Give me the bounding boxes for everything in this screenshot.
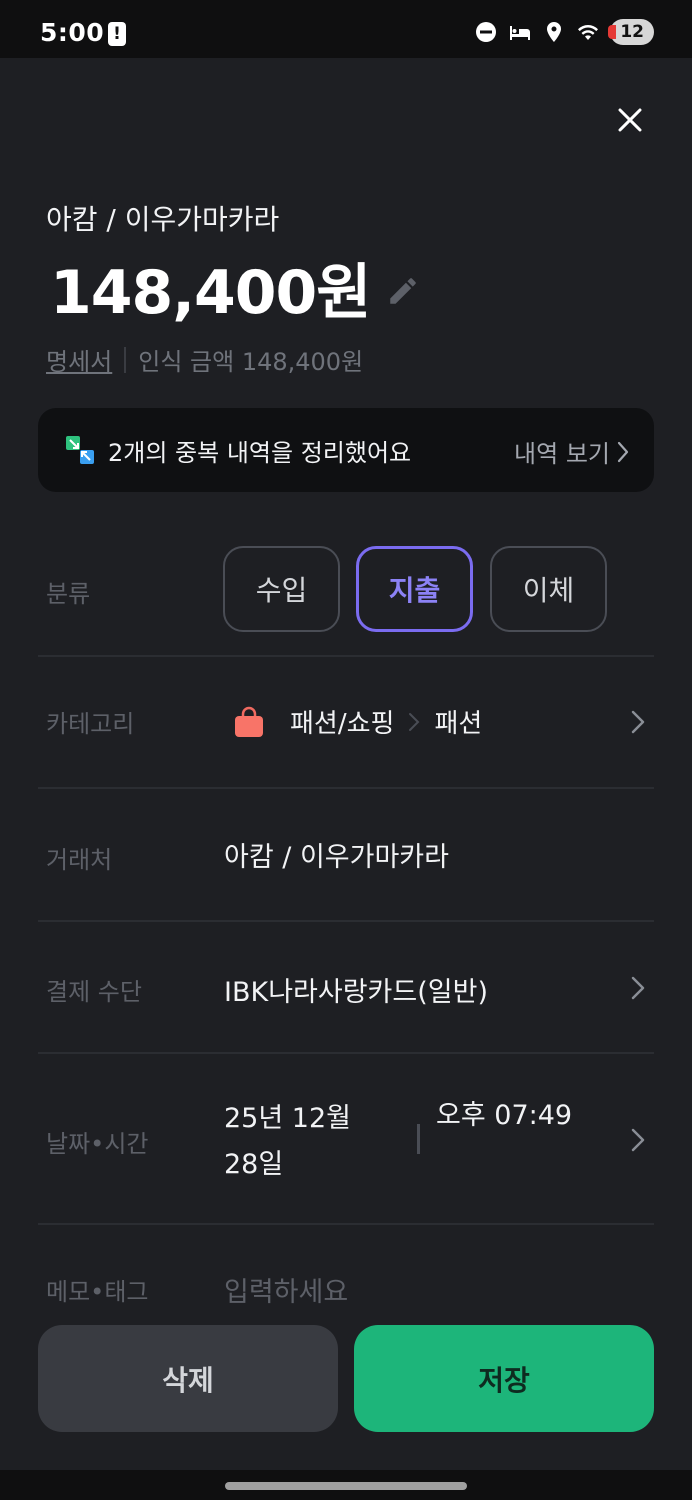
date-value[interactable]: 25년 12월 28일 xyxy=(224,1096,384,1188)
chevron-right-icon xyxy=(617,441,629,462)
delete-button[interactable]: 삭제 xyxy=(38,1325,338,1432)
location-icon xyxy=(547,22,562,42)
category-sub: 패션 xyxy=(434,709,483,739)
amount-row: 148,400원 xyxy=(50,244,420,331)
date-line-2: 28일 xyxy=(224,1149,284,1180)
category-label: 카테고리 xyxy=(46,710,135,738)
merchant-value[interactable]: 아캄 / 이우가마카라 xyxy=(224,835,449,874)
time-value[interactable]: 오후 07:49 xyxy=(436,1096,572,1136)
row-divider xyxy=(38,787,654,789)
view-history-link[interactable]: 내역 보기 xyxy=(514,434,630,469)
row-divider xyxy=(38,655,654,657)
row-divider xyxy=(38,1052,654,1054)
status-time: 5:00 xyxy=(40,18,105,47)
amount[interactable]: 148,400원 xyxy=(50,244,371,331)
chevron-right-icon[interactable] xyxy=(628,974,648,1002)
do-not-disturb-icon xyxy=(476,22,497,42)
wifi-icon xyxy=(578,24,599,40)
bed-icon xyxy=(510,26,531,40)
receipt-link[interactable]: 명세서 xyxy=(46,342,112,377)
duplicate-banner[interactable]: 2개의 중복 내역을 정리했어요 내역 보기 xyxy=(38,408,654,492)
home-indicator[interactable] xyxy=(225,1482,467,1490)
merchant-label: 거래처 xyxy=(46,846,113,874)
memo-input[interactable]: 입력하세요 xyxy=(224,1270,348,1309)
battery-indicator: 12 xyxy=(608,19,654,45)
close-icon[interactable] xyxy=(612,102,648,138)
status-icons: 12 xyxy=(474,18,654,46)
merge-icon xyxy=(66,436,94,464)
payment-label: 결제 수단 xyxy=(46,978,142,1006)
receipt-row: 명세서 인식 금액 148,400원 xyxy=(46,342,363,377)
shopping-bag-icon xyxy=(235,706,263,737)
merchant-title: 아캄 / 이우가마카라 xyxy=(46,203,280,236)
chevron-right-icon[interactable] xyxy=(628,708,648,736)
type-label: 분류 xyxy=(46,580,91,608)
category-selector[interactable]: 패션/쇼핑 패션 xyxy=(232,703,482,740)
date-time-separator xyxy=(417,1124,420,1154)
banner-text: 2개의 중복 내역을 정리했어요 xyxy=(108,438,412,467)
pencil-icon[interactable] xyxy=(386,274,420,308)
alert-icon: ! xyxy=(108,22,126,46)
banner-link-label: 내역 보기 xyxy=(514,440,610,468)
type-income-button[interactable]: 수입 xyxy=(223,546,340,632)
chevron-right-icon xyxy=(409,712,420,731)
recognized-amount: 인식 금액 148,400원 xyxy=(138,348,364,376)
date-line-1: 25년 12월 xyxy=(224,1103,351,1134)
save-button[interactable]: 저장 xyxy=(354,1325,654,1432)
divider xyxy=(124,346,127,373)
chevron-right-icon[interactable] xyxy=(628,1126,648,1154)
row-divider xyxy=(38,1223,654,1225)
memo-label: 메모•태그 xyxy=(46,1278,149,1306)
status-bar: 5:00 ! 12 xyxy=(0,0,692,58)
type-expense-button[interactable]: 지출 xyxy=(356,546,473,632)
payment-value[interactable]: IBK나라사랑카드(일반) xyxy=(224,970,488,1009)
datetime-label: 날짜•시간 xyxy=(46,1130,149,1158)
row-divider xyxy=(38,920,654,922)
category-main: 패션/쇼핑 xyxy=(290,709,395,739)
type-transfer-button[interactable]: 이체 xyxy=(490,546,607,632)
